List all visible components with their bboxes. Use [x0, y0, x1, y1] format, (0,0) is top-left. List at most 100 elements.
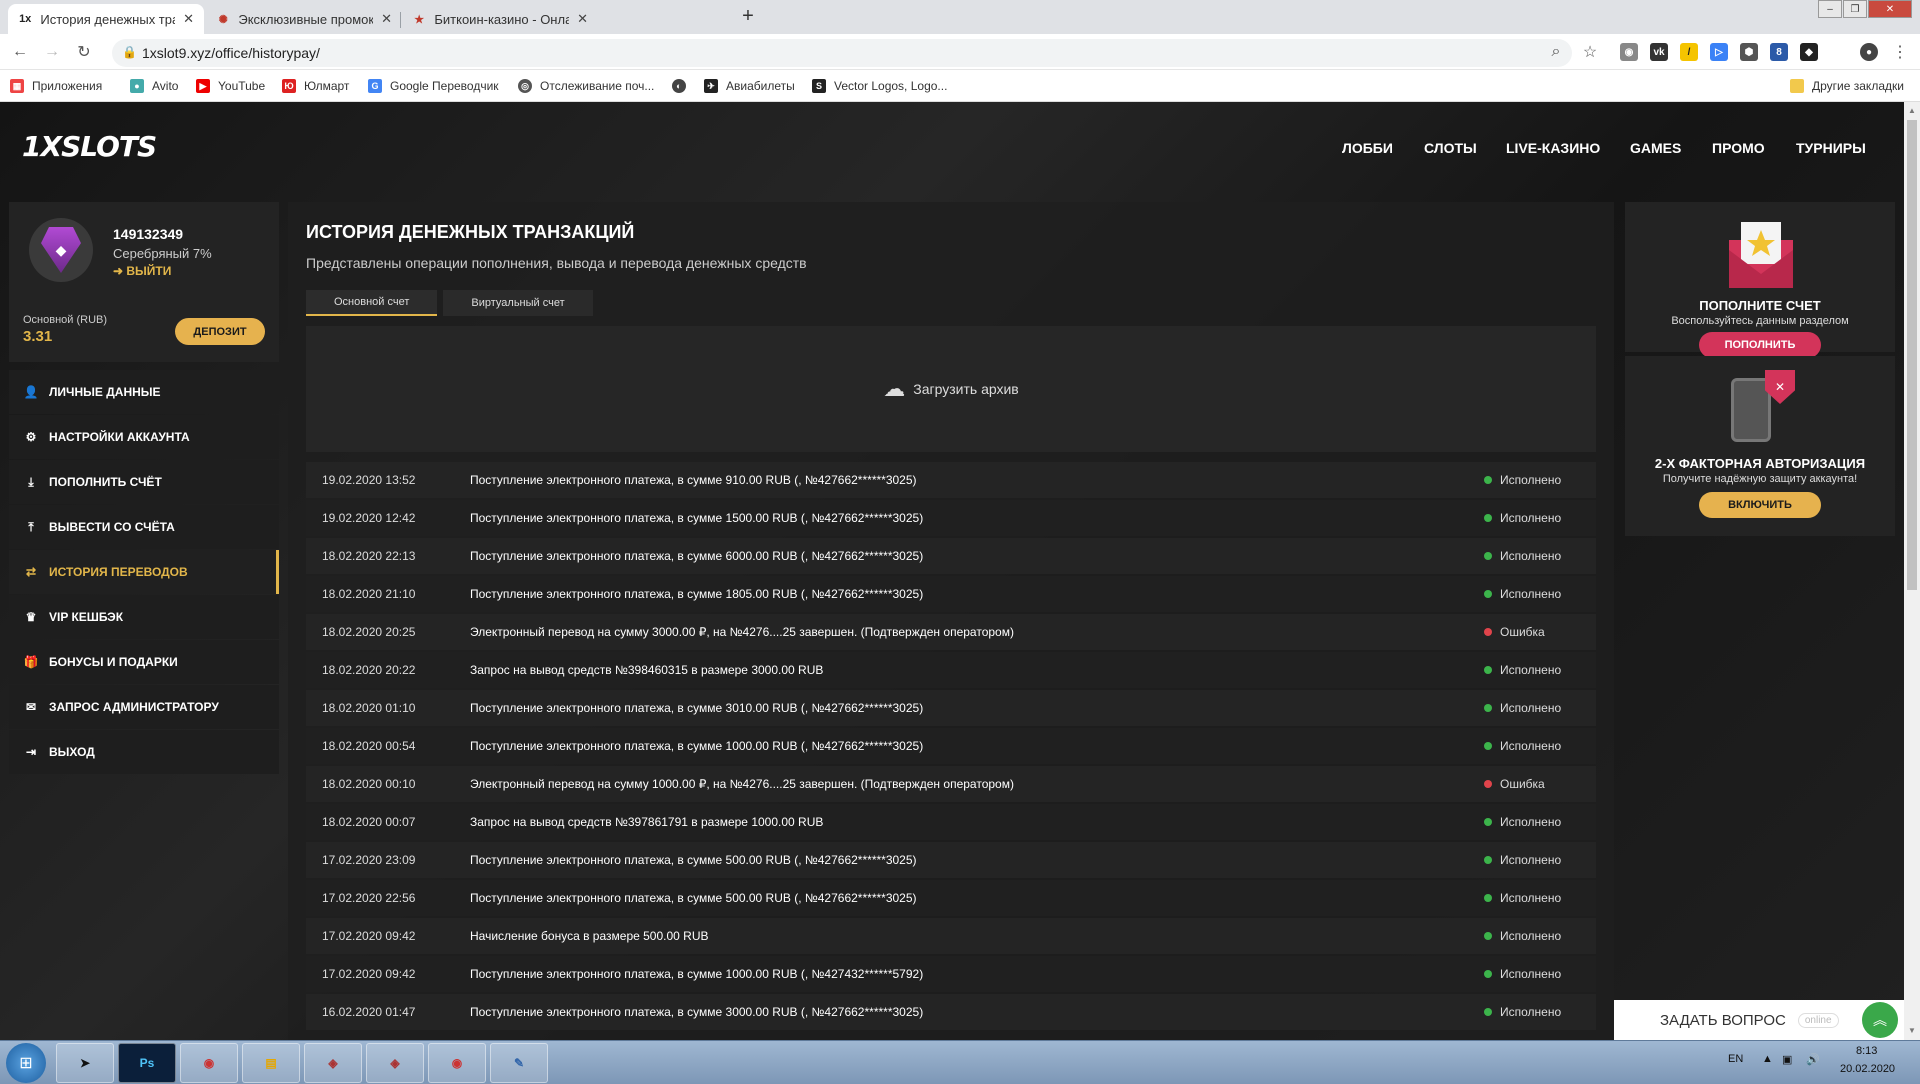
status-dot-icon	[1484, 590, 1492, 598]
status-label: Исполнено	[1500, 663, 1562, 677]
logout-link[interactable]: ➜ ВЫЙТИ	[113, 264, 171, 278]
taskbar-folder-icon[interactable]: ▤	[242, 1043, 300, 1083]
transaction-date: 18.02.2020 00:07	[322, 815, 416, 829]
bookmark-globe[interactable]: ◐	[672, 77, 694, 95]
taskbar-chrome-active-icon[interactable]: ◉	[428, 1043, 486, 1083]
taskbar-paint-icon[interactable]: ✎	[490, 1043, 548, 1083]
download-archive-button[interactable]: ☁ Загрузить архив	[306, 326, 1596, 452]
scroll-up-icon[interactable]: ▲	[1908, 106, 1916, 115]
vk-icon[interactable]: vk	[1650, 43, 1668, 61]
clock-time[interactable]: 8:13	[1856, 1045, 1877, 1057]
nav-promo[interactable]: ПРОМО	[1712, 140, 1765, 156]
menu-vip-cashback[interactable]: ♛ VIP КЕШБЭК	[9, 595, 279, 639]
page-title: ИСТОРИЯ ДЕНЕЖНЫХ ТРАНЗАКЦИЙ	[306, 222, 635, 242]
bookmark-apps[interactable]: ▦ Приложения	[10, 77, 102, 95]
tab-title: История денежных транзакций	[40, 11, 175, 27]
scroll-down-icon[interactable]: ▼	[1908, 1026, 1916, 1035]
extension-icon[interactable]: ⬢	[1740, 43, 1758, 61]
transaction-description: Поступление электронного платежа, в сумм…	[470, 739, 924, 753]
menu-deposit[interactable]: ⤓ ПОПОЛНИТЬ СЧЁТ	[9, 460, 279, 504]
forward-icon[interactable]: →	[42, 42, 62, 62]
network-icon[interactable]: ▣	[1782, 1053, 1792, 1066]
chevron-up-icon[interactable]: ︽	[1862, 1002, 1898, 1038]
nav-tournaments[interactable]: ТУРНИРЫ	[1796, 140, 1866, 156]
new-tab-button[interactable]: +	[736, 4, 760, 28]
taskbar-photoshop-icon[interactable]: Ps	[118, 1043, 176, 1083]
archive-label: Загрузить архив	[913, 381, 1019, 397]
extension-icon[interactable]: ▷	[1710, 43, 1728, 61]
nav-games[interactable]: GAMES	[1630, 140, 1681, 156]
zoom-icon[interactable]: ⌕	[1546, 42, 1566, 62]
language-indicator[interactable]: EN	[1728, 1053, 1743, 1065]
nav-live-casino[interactable]: LIVE-КАЗИНО	[1506, 140, 1600, 156]
menu-bonuses[interactable]: 🎁 БОНУСЫ И ПОДАРКИ	[9, 640, 279, 684]
reload-icon[interactable]: ↻	[74, 42, 94, 62]
taskbar-app-icon[interactable]: ◈	[304, 1043, 362, 1083]
ask-question-widget[interactable]: ЗАДАТЬ ВОПРОС online ︽	[1614, 1000, 1904, 1040]
status-badge: Исполнено	[1484, 853, 1561, 867]
twofa-card-button[interactable]: ВКЛЮЧИТЬ	[1699, 492, 1821, 518]
extension-icon[interactable]: ◉	[1620, 43, 1638, 61]
close-icon[interactable]: ✕	[183, 11, 194, 27]
page-scrollbar[interactable]: ▲ ▼	[1904, 102, 1920, 1040]
bookmark-avito[interactable]: ● Avito	[130, 77, 178, 95]
bookmark-star-icon[interactable]: ☆	[1580, 42, 1600, 62]
menu-admin-request[interactable]: ✉ ЗАПРОС АДМИНИСТРАТОРУ	[9, 685, 279, 729]
menu-transfer-history[interactable]: ⇄ ИСТОРИЯ ПЕРЕВОДОВ	[9, 550, 279, 594]
minimize-button[interactable]: –	[1818, 0, 1842, 18]
menu-account-settings[interactable]: ⚙ НАСТРОЙКИ АККАУНТА	[9, 415, 279, 459]
menu-exit[interactable]: ⇥ ВЫХОД	[9, 730, 279, 774]
extension-icon[interactable]: /	[1680, 43, 1698, 61]
status-dot-icon	[1484, 514, 1492, 522]
maximize-button[interactable]: ❐	[1843, 0, 1867, 18]
scrollbar-thumb[interactable]	[1907, 120, 1917, 590]
start-button[interactable]: ⊞	[6, 1043, 46, 1083]
tab-main-account[interactable]: Основной счет	[306, 290, 438, 316]
tab-virtual-account[interactable]: Виртуальный счет	[443, 290, 593, 316]
taskbar-chrome-icon[interactable]: ◉	[180, 1043, 238, 1083]
extension-icon[interactable]: ◆	[1800, 43, 1818, 61]
taskbar-app-icon[interactable]: ◈	[366, 1043, 424, 1083]
bookmark-label: Vector Logos, Logo...	[834, 79, 948, 93]
status-dot-icon	[1484, 894, 1492, 902]
close-icon[interactable]: ✕	[381, 11, 392, 27]
transaction-date: 19.02.2020 13:52	[322, 473, 416, 487]
nav-slots[interactable]: СЛОТЫ	[1424, 140, 1477, 156]
menu-label: ПОПОЛНИТЬ СЧЁТ	[49, 475, 162, 489]
tab-promo[interactable]: ✺ Эксклюзивные промокоды на с ✕	[206, 4, 402, 34]
bookmark-flights[interactable]: ✈ Авиабилеты	[704, 77, 795, 95]
tray-arrow-icon[interactable]: ▲	[1762, 1053, 1773, 1065]
clock-date[interactable]: 20.02.2020	[1840, 1063, 1895, 1075]
status-dot-icon	[1484, 742, 1492, 750]
nav-lobby[interactable]: ЛОББИ	[1342, 140, 1393, 156]
table-row: 17.02.2020 09:42 Начисление бонуса в разм…	[306, 918, 1596, 954]
tab-history[interactable]: 1x История денежных транзакций ✕	[8, 4, 204, 34]
menu-withdraw[interactable]: ⤒ ВЫВЕСТИ СО СЧЁТА	[9, 505, 279, 549]
site-logo[interactable]: 1XSLOTS	[22, 130, 157, 163]
status-label: Ошибка	[1500, 625, 1545, 639]
menu-icon[interactable]: ⋮	[1890, 42, 1910, 62]
bookmark-label: Другие закладки	[1812, 79, 1904, 93]
close-icon[interactable]: ✕	[577, 11, 588, 27]
account-menu: 👤 ЛИЧНЫЕ ДАННЫЕ ⚙ НАСТРОЙКИ АККАУНТА ⤓ ПОПО…	[9, 370, 279, 775]
extension-icon[interactable]: 8	[1770, 43, 1788, 61]
bookmark-tracking[interactable]: ◎ Отслеживание поч...	[518, 77, 654, 95]
bookmark-other[interactable]: Другие закладки	[1790, 77, 1904, 95]
bookmark-youtube[interactable]: ▶ YouTube	[196, 77, 265, 95]
back-icon[interactable]: ←	[10, 42, 30, 62]
bookmark-ulmart[interactable]: Ю Юлмарт	[282, 77, 349, 95]
user-level: Серебряный 7%	[113, 246, 212, 261]
bookmark-vector-logos[interactable]: S Vector Logos, Logo...	[812, 77, 947, 95]
deposit-card-button[interactable]: ПОПОЛНИТЬ	[1699, 332, 1821, 358]
volume-icon[interactable]: 🔊	[1806, 1053, 1820, 1066]
status-label: Исполнено	[1500, 815, 1562, 829]
taskbar-app-cursor[interactable]: ➤	[56, 1043, 114, 1083]
transaction-date: 18.02.2020 00:10	[322, 777, 416, 791]
window-close-button[interactable]: ✕	[1868, 0, 1912, 18]
deposit-button[interactable]: ДЕПОЗИТ	[175, 318, 265, 345]
menu-personal-data[interactable]: 👤 ЛИЧНЫЕ ДАННЫЕ	[9, 370, 279, 414]
bookmark-google-translate[interactable]: G Google Переводчик	[368, 77, 499, 95]
address-bar[interactable]: 🔒 1xslot9.xyz/office/historypay/	[112, 39, 1572, 67]
tab-bitcoin[interactable]: ★ Биткоин-казино - Онлайн-казин ✕	[402, 4, 598, 34]
avatar[interactable]: ●	[1860, 43, 1878, 61]
